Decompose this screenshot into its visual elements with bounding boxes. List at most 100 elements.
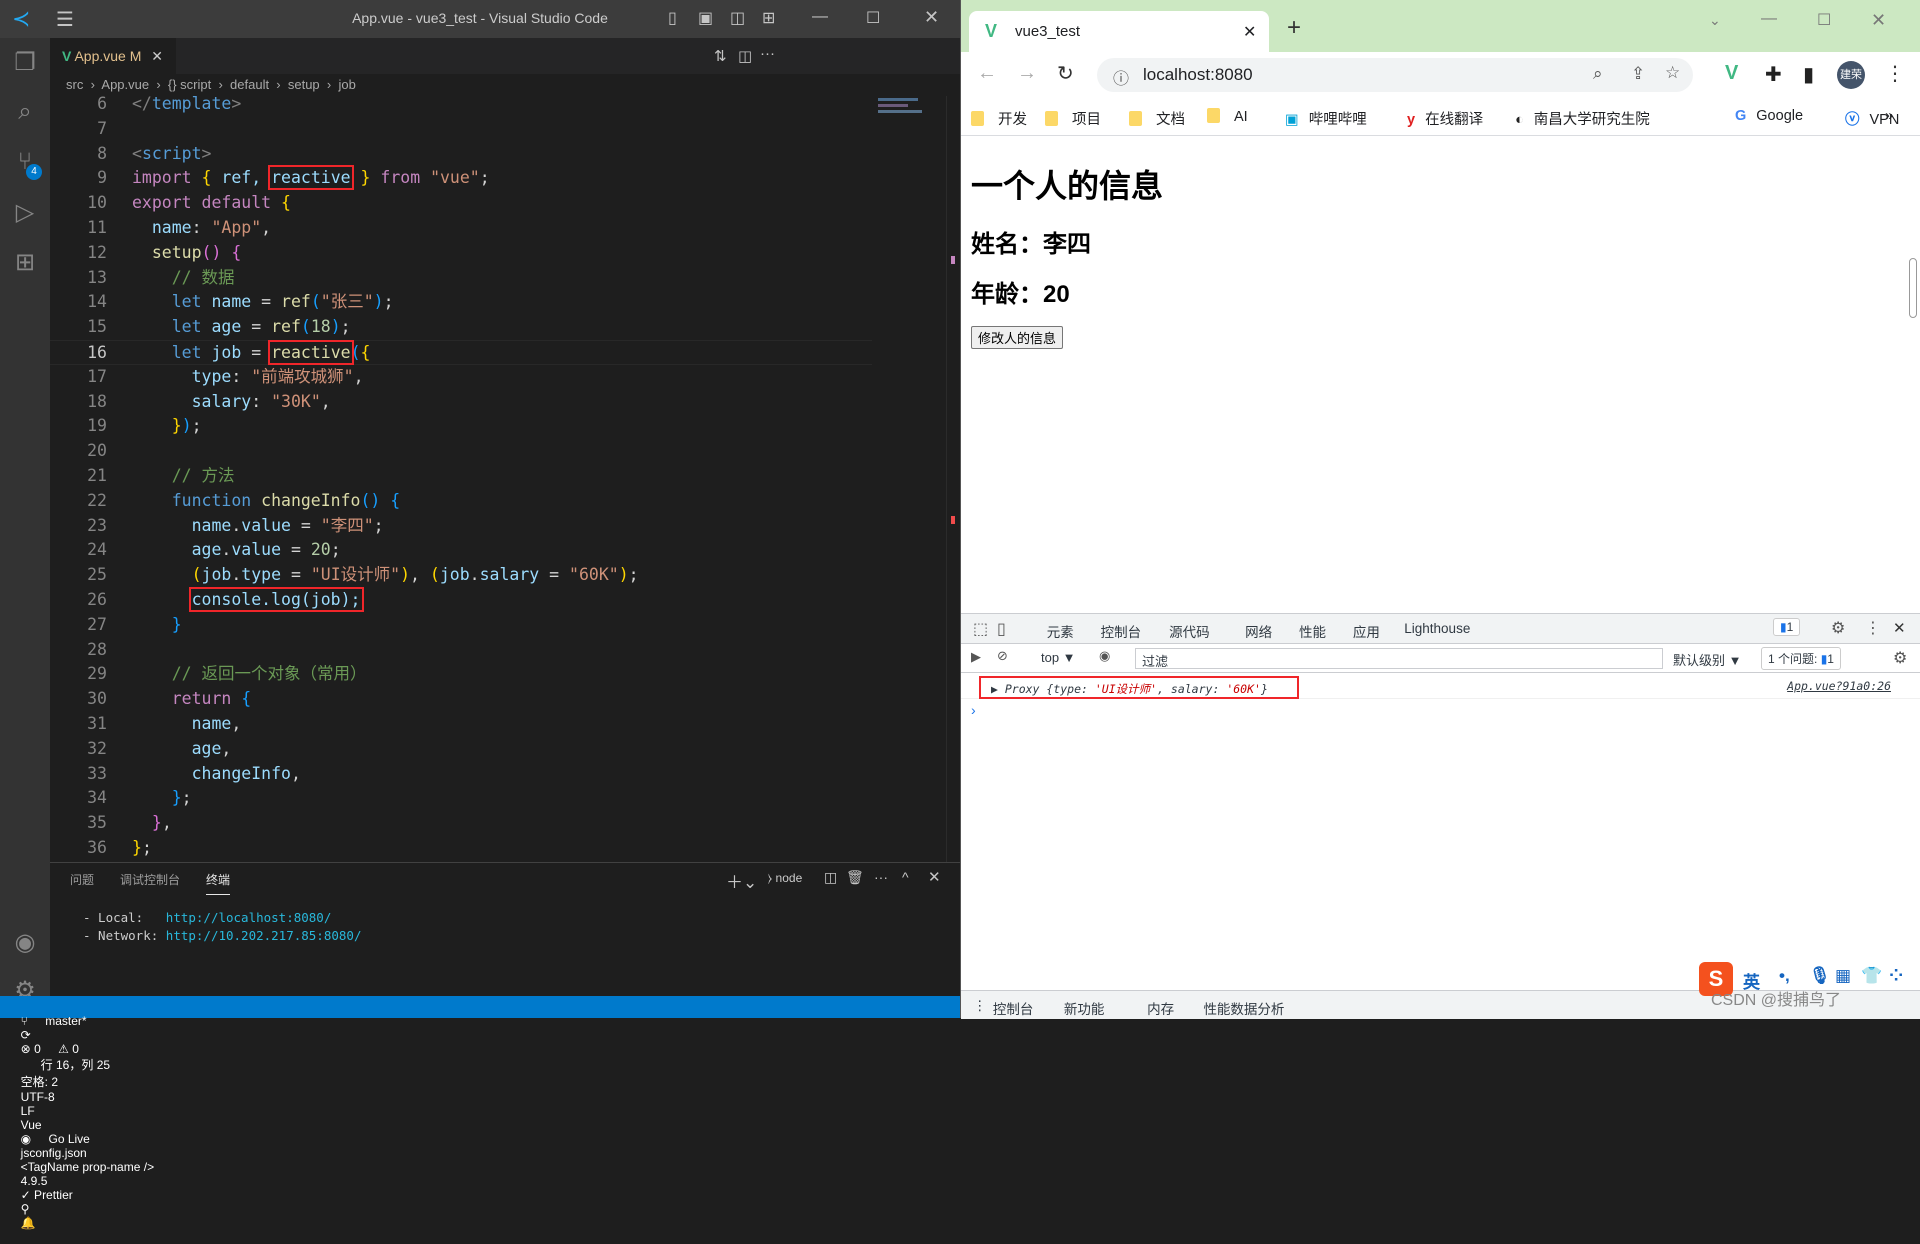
keyboard-icon[interactable]: ▦	[1835, 966, 1851, 986]
encoding[interactable]: UTF-8	[21, 1090, 55, 1104]
avatar[interactable]: 建荣	[1837, 61, 1865, 89]
panel-tab[interactable]: 调试控制台	[120, 871, 180, 894]
close-window-icon[interactable]: ✕	[1871, 10, 1886, 31]
editor-scrollbar[interactable]	[946, 96, 960, 862]
toggle-secondary-sidebar-icon[interactable]: ◫	[730, 8, 745, 28]
punctuation-icon[interactable]: •,	[1779, 966, 1790, 986]
back-icon[interactable]: ←	[977, 62, 997, 85]
sidebar-toggle-icon[interactable]: ▶	[971, 649, 981, 665]
breadcrumb-item[interactable]: {} script	[168, 77, 211, 92]
extensions-puzzle-icon[interactable]: ✚	[1765, 62, 1782, 87]
devtools-tab[interactable]: 源代码	[1169, 621, 1210, 641]
terminal-output[interactable]: - Local: http://localhost:8080/- Network…	[83, 909, 361, 945]
bookmark-item[interactable]: 项目	[1045, 108, 1101, 129]
side-panel-icon[interactable]: ▮	[1803, 62, 1814, 87]
go-live-button[interactable]: ◉ Go Live	[21, 1132, 104, 1146]
forward-icon[interactable]: →	[1017, 62, 1037, 85]
console-settings-icon[interactable]: ⚙	[1893, 648, 1907, 668]
split-editor-icon[interactable]: ◫	[738, 47, 752, 65]
menu-kebab-icon[interactable]: ⋮	[1885, 61, 1905, 86]
explorer-icon[interactable]: ❐	[0, 38, 50, 86]
branch-status[interactable]: ⑂ master*	[21, 1014, 101, 1028]
drawer-tab[interactable]: 性能数据分析	[1203, 998, 1284, 1018]
context-selector[interactable]: top ▼	[1041, 650, 1076, 665]
issues-badge[interactable]: ▮1	[1773, 618, 1801, 636]
minimize-icon[interactable]: —	[1761, 10, 1777, 28]
close-tab-icon[interactable]: ✕	[1243, 22, 1256, 42]
minimap[interactable]	[872, 96, 944, 156]
devtools-tab[interactable]: 应用	[1353, 621, 1380, 641]
close-tab-icon[interactable]: ✕	[151, 48, 163, 64]
devtools-tab[interactable]: Lighthouse	[1404, 621, 1470, 636]
ts-version[interactable]: 4.9.5	[21, 1174, 48, 1188]
microphone-icon[interactable]: 🎙	[1809, 966, 1831, 986]
devtools-tab[interactable]: 元素	[1047, 621, 1074, 641]
browser-tab[interactable]: V vue3_test ✕	[969, 11, 1269, 52]
trash-icon[interactable]: 🗑	[846, 869, 864, 886]
jsconfig-status[interactable]: jsconfig.json	[21, 1146, 87, 1160]
terminal-shell-selector[interactable]: ⧽ node	[768, 871, 802, 886]
search-icon[interactable]: ⌕	[0, 88, 50, 136]
console-prompt[interactable]: ›	[971, 702, 976, 718]
bookmark-item[interactable]: y 在线翻译	[1407, 108, 1483, 129]
skin-icon[interactable]: 👕	[1861, 966, 1882, 986]
reload-icon[interactable]: ↻	[1057, 61, 1074, 86]
bookmark-item[interactable]: 开发	[971, 108, 1027, 129]
minimize-icon[interactable]: —	[812, 8, 828, 26]
sync-icon[interactable]: ⟳	[21, 1028, 31, 1042]
bookmark-item[interactable]: ▣ 哔哩哔哩	[1285, 108, 1367, 129]
indentation[interactable]: 空格: 2	[21, 1075, 58, 1089]
page-scrollbar[interactable]	[1909, 258, 1917, 318]
breadcrumb-item[interactable]: default	[230, 77, 269, 92]
settings-gear-icon[interactable]: ⚙	[1831, 618, 1845, 638]
new-tab-icon[interactable]: +	[1287, 14, 1301, 42]
source-link[interactable]: App.vue?91a0:26	[1787, 679, 1891, 693]
close-icon[interactable]: ✕	[924, 7, 939, 28]
drawer-tab[interactable]: 控制台	[993, 998, 1034, 1018]
inspect-element-icon[interactable]: ⬚	[973, 619, 988, 639]
accounts-icon[interactable]: ◉	[0, 918, 50, 966]
run-debug-icon[interactable]: ▷	[0, 188, 50, 236]
more-options-icon[interactable]: ⋮	[1865, 618, 1881, 638]
maximize-panel-icon[interactable]: ^	[902, 869, 909, 885]
devtools-tab[interactable]: 性能	[1299, 621, 1326, 641]
cursor-position[interactable]: 行 16，列 25	[41, 1058, 110, 1072]
breadcrumb-item[interactable]: setup	[288, 77, 320, 92]
eol[interactable]: LF	[21, 1104, 35, 1118]
share-icon[interactable]: ⇪	[1631, 64, 1645, 84]
open-changes-icon[interactable]: ⇅	[714, 47, 727, 65]
maximize-icon[interactable]: ☐	[1817, 10, 1831, 30]
issues-button[interactable]: 1 个问题: ▮1	[1761, 647, 1841, 670]
more-bookmarks-icon[interactable]: »	[1885, 108, 1893, 124]
proxy-log-entry[interactable]: ▶ Proxy {type: 'UI设计师', salary: '60K'}	[979, 676, 1299, 699]
code-editor[interactable]: 6 </template> 7 8 <script> 9 import { ref, rea…	[50, 92, 872, 862]
tagname-status[interactable]: <TagName prop-name />	[21, 1160, 154, 1174]
log-level-selector[interactable]: 默认级别 ▼	[1673, 650, 1741, 669]
close-devtools-icon[interactable]: ✕	[1893, 619, 1906, 637]
terminal-url[interactable]: http://10.202.217.85:8080/	[166, 928, 362, 943]
tab-app-vue[interactable]: V App.vue M ✕	[50, 38, 176, 74]
source-control-icon[interactable]: ⑂	[0, 138, 50, 186]
zoom-icon[interactable]: ⌕	[1593, 64, 1603, 84]
language-mode[interactable]: Vue	[21, 1118, 42, 1132]
site-info-icon[interactable]: ⓘ	[1113, 65, 1129, 89]
terminal-url[interactable]: http://localhost:8080/	[166, 910, 332, 925]
more-icon[interactable]: ···	[874, 869, 888, 885]
vue-devtools-extension-icon[interactable]: V	[1725, 62, 1738, 85]
tab-search-icon[interactable]: ⌄	[1709, 12, 1721, 29]
extensions-icon[interactable]: ⊞	[0, 238, 50, 286]
drawer-tab[interactable]: 新功能	[1064, 998, 1105, 1018]
toggle-sidebar-icon[interactable]: ▯	[668, 8, 677, 28]
bookmark-star-icon[interactable]: ☆	[1665, 63, 1680, 83]
customize-layout-icon[interactable]: ⊞	[762, 8, 775, 28]
filter-input[interactable]: 过滤	[1135, 648, 1663, 669]
feedback-icon[interactable]: ⚲	[21, 1202, 30, 1216]
change-info-button[interactable]: 修改人的信息	[971, 326, 1064, 349]
panel-tab[interactable]: 终端	[206, 871, 231, 895]
prettier-status[interactable]: ✓ Prettier	[21, 1188, 73, 1202]
bookmark-item[interactable]: 文档	[1129, 108, 1185, 129]
bookmark-item[interactable]: G Google	[1735, 108, 1803, 124]
split-terminal-icon[interactable]: ◫	[824, 869, 837, 886]
breadcrumb-item[interactable]: job	[338, 77, 355, 92]
toggle-panel-icon[interactable]: ▣	[698, 8, 713, 28]
